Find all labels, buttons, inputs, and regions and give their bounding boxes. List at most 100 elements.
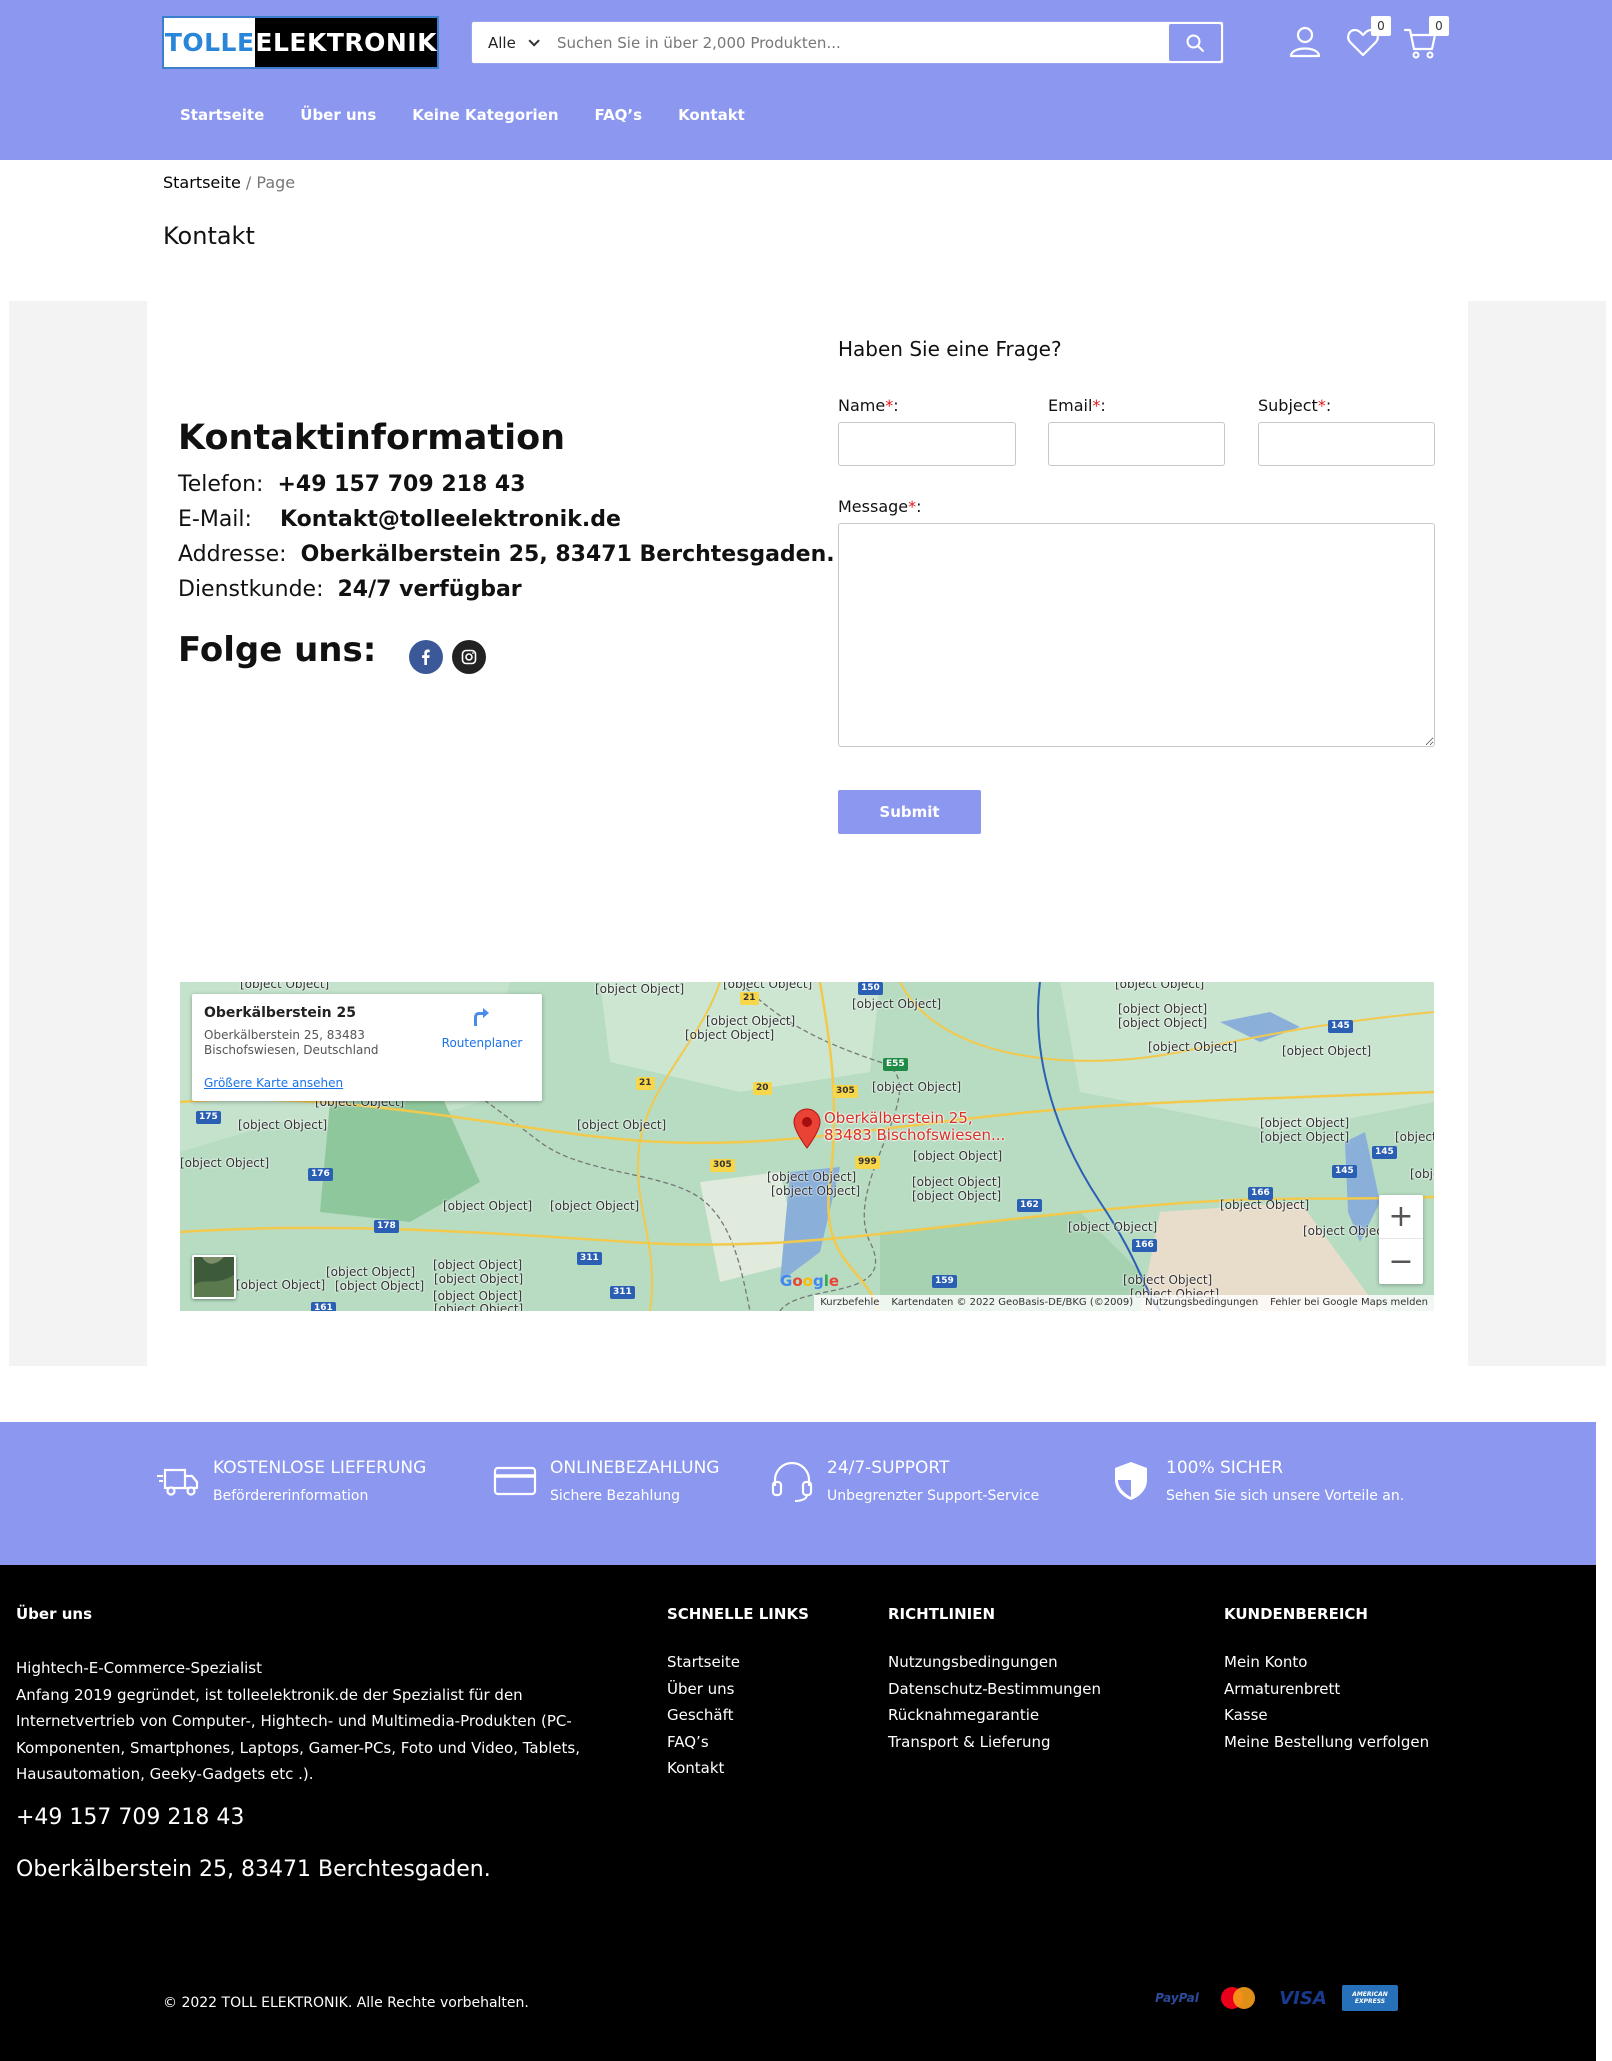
contact-address-value: Oberkälberstein 25, 83471 Berchtesgaden. — [300, 542, 835, 567]
map-place-address: Oberkälberstein 25, 83483 Bischofswiesen… — [204, 1028, 379, 1058]
label-colon: : — [1100, 396, 1106, 415]
road-number: 176 — [308, 1168, 333, 1181]
message-field[interactable] — [838, 523, 1435, 747]
subject-field[interactable] — [1258, 422, 1435, 466]
email-field[interactable] — [1048, 422, 1225, 466]
contact-info-title: Kontaktinformation — [178, 418, 566, 458]
footer-link-account[interactable]: Mein Konto — [1224, 1649, 1429, 1676]
satellite-toggle[interactable] — [192, 1255, 236, 1299]
facebook-link[interactable] — [409, 640, 443, 674]
map-place-label: [object Object] — [434, 1302, 524, 1311]
map-terms-link[interactable]: Nutzungsbedingungen — [1139, 1295, 1264, 1311]
map-place-label: [object Object] — [1220, 1198, 1310, 1212]
search-input[interactable] — [545, 22, 1139, 63]
contact-phone-value[interactable]: +49 157 709 218 43 — [277, 472, 525, 497]
feature-subtitle: Unbegrenzter Support-Service — [827, 1488, 1040, 1504]
map-address-line-1: Oberkälberstein 25, 83483 — [204, 1028, 365, 1042]
map-address-line-2: Bischofswiesen, Deutschland — [204, 1043, 379, 1057]
instagram-link[interactable] — [452, 640, 486, 674]
site-header: TOLLE ELEKTRONIK Alle 0 0 Startseite Übe… — [0, 0, 1612, 160]
zoom-in-button[interactable]: + — [1379, 1195, 1423, 1239]
footer-link-shipping[interactable]: Transport & Lieferung — [888, 1729, 1101, 1756]
footer-link-returns[interactable]: Rücknahmegarantie — [888, 1702, 1101, 1729]
road-number: 145 — [1372, 1146, 1397, 1159]
mastercard-icon — [1216, 1985, 1260, 2011]
map-place-label: [object Object] — [1148, 1040, 1238, 1054]
footer-link-geschaeft[interactable]: Geschäft — [667, 1702, 740, 1729]
site-logo[interactable]: TOLLE ELEKTRONIK — [162, 16, 439, 69]
footer-link-kontakt[interactable]: Kontakt — [667, 1755, 740, 1782]
google-map[interactable]: [object Object] [object Object] [object … — [180, 982, 1434, 1311]
footer-link-track-order[interactable]: Meine Bestellung verfolgen — [1224, 1729, 1429, 1756]
map-place-label: [object Object] — [335, 1279, 425, 1293]
visa-icon: VISA — [1279, 1987, 1327, 2009]
road-number: 178 — [374, 1220, 399, 1233]
footer-link-startseite[interactable]: Startseite — [667, 1649, 740, 1676]
road-number: 150 — [858, 982, 883, 995]
nav-kontakt[interactable]: Kontakt — [660, 100, 763, 130]
label-colon: : — [916, 497, 922, 516]
message-label-text: Message — [838, 497, 909, 516]
map-place-label: [object Object] — [433, 1258, 523, 1272]
user-icon — [1289, 26, 1321, 58]
map-place-label: [object Object] — [1068, 1220, 1158, 1234]
submit-button[interactable]: Submit — [838, 790, 981, 834]
footer-link-ueber-uns[interactable]: Über uns — [667, 1676, 740, 1703]
subject-label-text: Subject — [1258, 396, 1318, 415]
nav-ueber-uns[interactable]: Über uns — [282, 100, 394, 130]
map-place-label: [object Object] — [434, 1272, 524, 1286]
contact-service-value: 24/7 verfügbar — [337, 577, 522, 602]
feature-item: 24/7-SUPPORT Unbegrenzter Support-Servic… — [769, 1458, 1039, 1504]
footer-link-checkout[interactable]: Kasse — [1224, 1702, 1429, 1729]
name-field[interactable] — [838, 422, 1016, 466]
road-number: 305 — [833, 1085, 858, 1098]
road-number: 166 — [1132, 1239, 1157, 1252]
map-place-label: [object Object] — [852, 997, 942, 1011]
feature-subtitle: Sehen Sie sich unsere Vorteile an. — [1166, 1488, 1405, 1504]
search-category-value: Alle — [488, 33, 516, 52]
map-place-label: [object Object] — [767, 1170, 857, 1184]
contact-service-label: Dienstkunde: — [178, 577, 324, 602]
contact-address-label: Addresse: — [178, 542, 287, 567]
road-number: 145 — [1332, 1165, 1357, 1178]
map-place-label: [object Object] — [1260, 1116, 1350, 1130]
map-pin-icon[interactable] — [792, 1107, 822, 1149]
footer-phone[interactable]: +49 157 709 218 43 — [16, 1805, 244, 1830]
breadcrumb-separator: / — [245, 173, 252, 192]
required-mark: * — [885, 396, 894, 415]
directions-button[interactable]: Routenplaner — [432, 1006, 532, 1050]
copyright: © 2022 TOLL ELEKTRONIK. Alle Rechte vorb… — [163, 1995, 529, 2011]
contact-service-row: Dienstkunde: 24/7 verfügbar — [178, 577, 522, 602]
footer-link-terms[interactable]: Nutzungsbedingungen — [888, 1649, 1101, 1676]
feature-title: ONLINEBEZAHLUNG — [550, 1458, 720, 1478]
search-category-select[interactable]: Alle — [472, 22, 545, 63]
map-place-label: [object Object] — [771, 1184, 861, 1198]
map-shortcuts-link[interactable]: Kurzbefehle — [814, 1295, 885, 1311]
footer-link-faqs[interactable]: FAQ’s — [667, 1729, 740, 1756]
page-title: Kontakt — [163, 222, 255, 250]
required-mark: * — [1317, 396, 1326, 415]
required-mark: * — [908, 497, 917, 516]
account-button[interactable] — [1285, 22, 1325, 62]
cart-button[interactable]: 0 — [1401, 16, 1449, 62]
contact-phone-row: Telefon: +49 157 709 218 43 — [178, 472, 526, 497]
map-report-link[interactable]: Fehler bei Google Maps melden — [1264, 1295, 1434, 1311]
larger-map-link[interactable]: Größere Karte ansehen — [204, 1076, 343, 1090]
nav-faqs[interactable]: FAQ’s — [577, 100, 661, 130]
road-number: 311 — [610, 1286, 635, 1299]
search-button[interactable] — [1169, 24, 1221, 61]
breadcrumb-home[interactable]: Startseite — [163, 173, 241, 192]
footer-about-line-2: Anfang 2019 gegründet, ist tolleelektron… — [16, 1685, 581, 1784]
feature-subtitle: Beförderer­information — [213, 1488, 369, 1504]
zoom-out-button[interactable]: − — [1379, 1239, 1423, 1283]
wishlist-button[interactable]: 0 — [1343, 16, 1391, 62]
map-place-label: [object Object] — [180, 1156, 270, 1170]
footer-link-dashboard[interactable]: Armaturenbrett — [1224, 1676, 1429, 1703]
contact-email-value[interactable]: Kontakt@tolleelektronik.de — [280, 507, 621, 532]
footer-customer-links: Mein Konto Armaturenbrett Kasse Meine Be… — [1224, 1649, 1429, 1755]
chevron-down-icon — [528, 34, 540, 47]
footer-policies-heading: RICHTLINIEN — [888, 1605, 995, 1623]
nav-keine-kategorien[interactable]: Keine Kategorien — [394, 100, 576, 130]
nav-startseite[interactable]: Startseite — [162, 100, 282, 130]
footer-link-privacy[interactable]: Datenschutz-Bestimmungen — [888, 1676, 1101, 1703]
